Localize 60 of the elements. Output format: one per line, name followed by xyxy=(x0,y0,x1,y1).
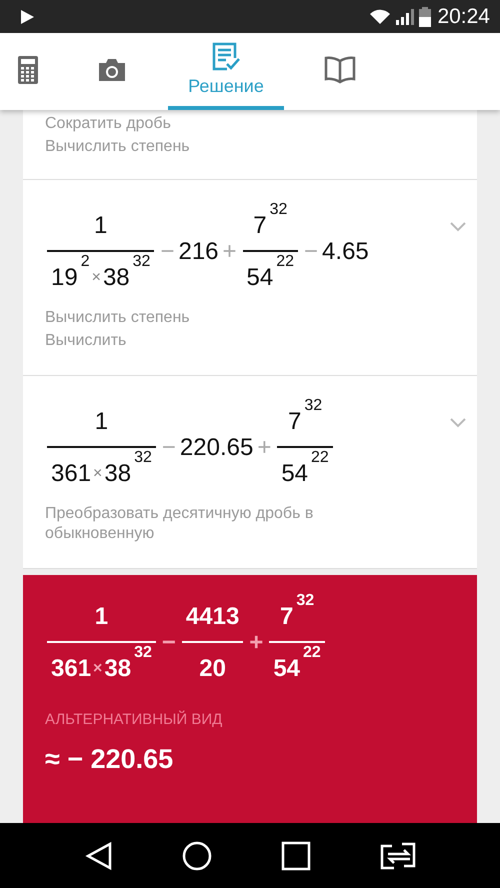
camera-icon xyxy=(97,56,127,82)
step-hint: Вычислить степень xyxy=(45,308,191,328)
times-sign: × xyxy=(92,269,101,287)
math-number: 1 xyxy=(94,410,108,434)
exponent: 32 xyxy=(304,398,322,414)
math-number: 4413 xyxy=(186,605,240,629)
play-icon xyxy=(18,8,36,26)
checklist-icon xyxy=(211,42,241,72)
operator-sign: − xyxy=(304,238,318,266)
exponent: 32 xyxy=(134,450,152,466)
approximate-value: ≈ − 220.65 xyxy=(45,744,174,775)
math-number: 20 xyxy=(199,657,226,681)
exponent: 22 xyxy=(276,254,294,270)
operator-sign: + xyxy=(257,434,272,462)
operator-sign: + xyxy=(222,238,237,266)
math-number: 7 xyxy=(288,410,302,434)
signal-icon xyxy=(395,8,416,26)
exponent: 22 xyxy=(311,450,329,466)
math-number: 38 xyxy=(104,657,132,681)
math-number: 4.65 xyxy=(322,240,369,264)
section-label: АЛЬТЕРНАТИВНЫЙ ВИД xyxy=(45,711,224,728)
times-sign: × xyxy=(93,465,102,483)
recents-icon[interactable] xyxy=(280,840,310,870)
step-hint: Вычислить xyxy=(45,331,128,351)
math-number: 1 xyxy=(94,214,108,238)
switch-window-icon[interactable] xyxy=(380,842,416,870)
math-number: 1 xyxy=(94,605,108,629)
exponent: 32 xyxy=(134,645,152,661)
math-number: 361 xyxy=(51,462,92,486)
math-number: 54 xyxy=(281,462,308,486)
math-number: 361 xyxy=(51,657,92,681)
math-number: 19 xyxy=(51,266,78,290)
step-hint: Вычислить степень xyxy=(45,137,191,157)
math-number: 38 xyxy=(104,462,132,486)
calculator-icon xyxy=(18,56,38,84)
exponent: 22 xyxy=(303,645,321,661)
clock: 20:24 xyxy=(437,4,490,28)
times-sign: × xyxy=(93,660,102,678)
operator-sign: − xyxy=(160,238,174,266)
operator-sign: − xyxy=(162,434,176,462)
book-icon xyxy=(324,56,356,84)
math-number: 54 xyxy=(273,657,300,681)
step-hint: Преобразовать десятичную дробь в обыкновенную xyxy=(45,504,314,544)
battery-icon xyxy=(419,6,432,26)
home-icon[interactable] xyxy=(182,840,212,870)
operator-sign: − xyxy=(162,629,176,657)
step-hint: Сократить дробь xyxy=(45,114,172,134)
exponent: 32 xyxy=(270,202,288,218)
math-number: 38 xyxy=(102,266,130,290)
exponent: 2 xyxy=(80,254,90,270)
math-number: 54 xyxy=(246,266,274,290)
operator-sign: + xyxy=(249,629,264,657)
exponent: 32 xyxy=(296,593,314,609)
back-icon[interactable] xyxy=(84,840,112,870)
math-number: 7 xyxy=(253,214,267,238)
math-number: 216 xyxy=(178,240,219,264)
math-number: 7 xyxy=(280,605,294,629)
exponent: 32 xyxy=(132,254,150,270)
wifi-icon xyxy=(369,8,392,26)
math-number: 220.65 xyxy=(180,436,254,460)
